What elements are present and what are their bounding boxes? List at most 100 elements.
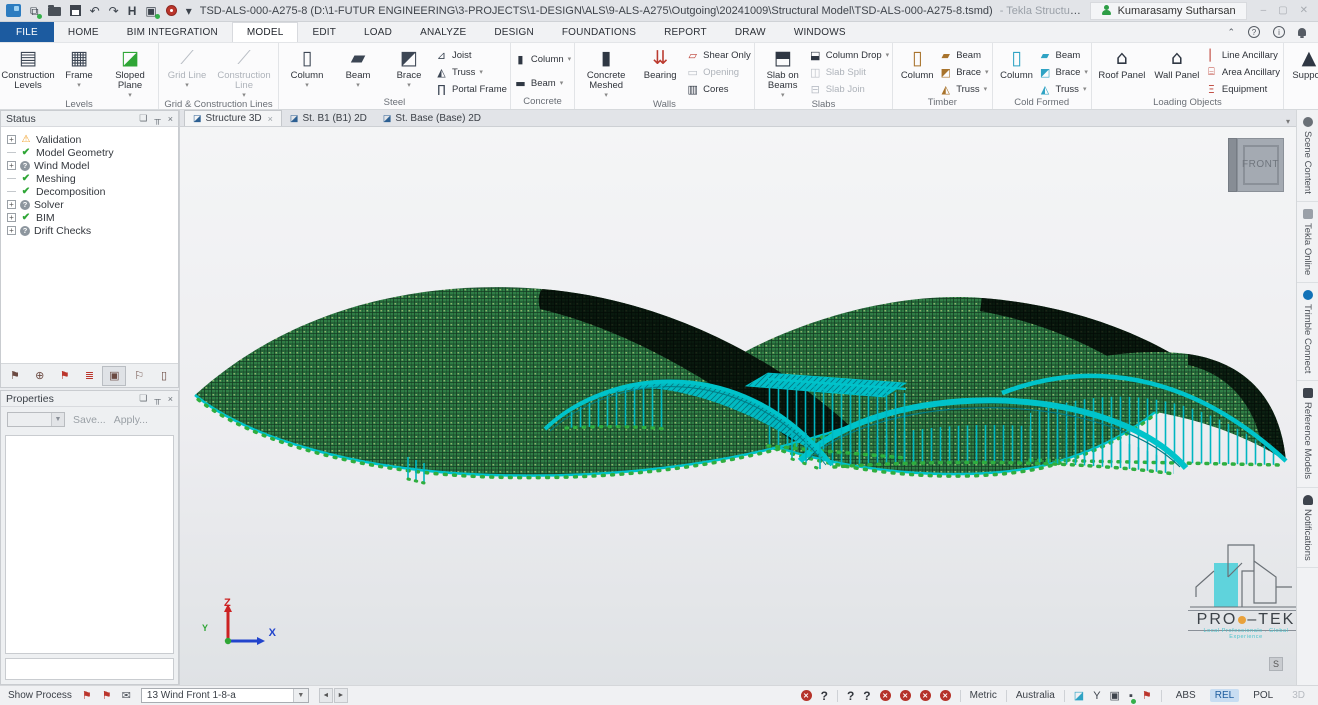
minimize-icon[interactable]: – [1261,5,1267,16]
ribbon-tab-edit[interactable]: EDIT [298,22,350,42]
model-tree-icon[interactable]: ⚑ [3,366,27,386]
button-area-ancillary[interactable]: Area Ancillary [1205,64,1280,80]
button-construction-line[interactable]: Construction Line▾ [213,45,275,99]
button-bearing-wall[interactable]: Bearing [635,45,685,81]
h-section-icon[interactable]: H [128,5,137,17]
view-cube[interactable]: FRONT [1228,138,1284,192]
view-tab-st-b1-2d[interactable]: ◪ St. B1 (B1) 2D [282,110,375,126]
error-icon[interactable]: ✕ [880,690,891,701]
mode-3d-button[interactable]: 3D [1287,689,1310,702]
float-window-icon[interactable]: ❏ [139,393,147,404]
button-concrete-column[interactable]: Column▾ [514,51,571,67]
button-equipment[interactable]: Equipment [1205,81,1280,97]
question-icon[interactable]: ? [847,689,854,703]
sidebar-trimble-connect[interactable]: Trimble Connect [1297,283,1318,381]
status-item-solver[interactable]: + ? Solver [7,198,178,211]
sidebar-scene-content[interactable]: Scene Content [1297,110,1318,202]
button-timber-brace[interactable]: Brace▾ [939,64,988,80]
draw-mode-icon[interactable]: ◪ [1074,689,1084,702]
button-steel-column[interactable]: Column▾ [282,45,332,89]
globe-icon[interactable]: ⊕ [28,366,52,386]
ribbon-tab-bim-integration[interactable]: BIM INTEGRATION [113,22,232,42]
ribbon-tab-model[interactable]: MODEL [232,22,299,42]
expand-icon[interactable]: + [7,135,16,144]
load-cases-icon[interactable]: ≣ [78,366,102,386]
button-frame[interactable]: Frame▾ [54,45,104,89]
button-truss[interactable]: Truss▾ [435,64,507,80]
axis-filter-icon[interactable]: Y [1093,690,1100,702]
error-icon[interactable]: ✕ [920,690,931,701]
apply-button[interactable]: Apply... [114,414,148,426]
flag-icon[interactable]: ⚑ [1142,689,1152,702]
maximize-icon[interactable]: ▢ [1278,5,1287,16]
button-cold-formed-beam[interactable]: Beam [1039,47,1088,63]
undo-icon[interactable]: ↶ [90,5,100,17]
ribbon-tab-report[interactable]: REPORT [650,22,721,42]
help-icon[interactable]: ? [1248,26,1260,38]
button-support[interactable]: Support [1287,45,1318,81]
button-joist[interactable]: Joist [435,47,507,63]
loadcase-combo[interactable]: 13 Wind Front 1-8-a ▼ [141,688,309,703]
process-flags-icon[interactable]: ⚑ [102,689,112,702]
button-concrete-meshed-wall[interactable]: Concrete Meshed▾ [578,45,634,99]
view-tab-st-base-2d[interactable]: ◪ St. Base (Base) 2D [375,110,489,126]
ribbon-tab-load[interactable]: LOAD [350,22,406,42]
button-wall-opening[interactable]: Opening [686,64,751,80]
expand-icon[interactable]: + [7,226,16,235]
button-shear-only-wall[interactable]: Shear Only [686,47,751,63]
error-icon[interactable]: ✕ [801,690,812,701]
save-icon[interactable] [70,5,81,16]
region-label[interactable]: Australia [1016,690,1055,701]
close-tab-icon[interactable]: × [268,114,273,124]
question-icon[interactable]: ? [821,689,828,703]
new-model-icon[interactable]: ⧉ [30,5,39,17]
model-viewport[interactable]: FRONT Z X Y PRO–TEK Local [180,127,1296,685]
validate-model-icon[interactable]: ▣ [145,5,156,17]
button-timber-truss[interactable]: Truss▾ [939,81,988,97]
pin-icon[interactable]: ╥ [154,394,160,404]
envelope-icon[interactable]: ✉ [122,689,131,702]
ribbon-tab-home[interactable]: HOME [54,22,113,42]
next-loadcase-icon[interactable]: ► [334,688,348,703]
view-cube-side[interactable] [1228,138,1237,192]
view-tabs-menu-icon[interactable]: ▾ [1286,117,1296,126]
open-icon[interactable] [48,7,61,16]
properties-selector[interactable]: ▼ [7,412,65,427]
button-construction-levels[interactable]: Construction Levels [3,45,53,91]
process-flag-icon[interactable]: ⚑ [82,689,92,702]
button-cold-formed-column[interactable]: Column [996,45,1038,81]
report-list-icon[interactable]: ▯ [152,366,176,386]
button-line-ancillary[interactable]: Line Ancillary [1205,47,1280,63]
button-concrete-beam[interactable]: Beam▾ [514,75,571,91]
expand-icon[interactable]: + [7,200,16,209]
ribbon-tab-analyze[interactable]: ANALYZE [406,22,480,42]
show-process-button[interactable]: Show Process [8,690,72,701]
button-steel-beam[interactable]: Beam▾ [333,45,383,89]
sidebar-reference-models[interactable]: Reference Models [1297,381,1318,487]
view-cube-front-face[interactable]: FRONT [1243,145,1279,185]
expand-icon[interactable]: + [7,213,16,222]
close-icon[interactable]: × [168,114,173,124]
ribbon-tab-design[interactable]: DESIGN [480,22,548,42]
close-icon[interactable]: ✕ [1300,5,1308,16]
button-timber-column[interactable]: Column [896,45,938,81]
user-account-button[interactable]: Kumarasamy Sutharsan [1090,2,1247,20]
error-icon[interactable]: ✕ [940,690,951,701]
ribbon-tab-draw[interactable]: DRAW [721,22,780,42]
image-icon[interactable]: ▣ [1110,689,1120,702]
load-flag-icon[interactable]: ⚑ [53,366,77,386]
mode-abs-button[interactable]: ABS [1171,689,1201,702]
button-cores[interactable]: Cores [686,81,751,97]
button-slab-on-beams[interactable]: Slab on Beams▾ [758,45,808,99]
flag-outline-icon[interactable]: ⚐ [127,366,151,386]
button-sloped-plane[interactable]: Sloped Plane▾ [105,45,155,99]
ribbon-tab-foundations[interactable]: FOUNDATIONS [548,22,650,42]
mode-pol-button[interactable]: POL [1248,689,1278,702]
redo-icon[interactable]: ↷ [109,5,119,17]
status-flag-icon[interactable]: ▣ [102,366,126,386]
status-item-drift-checks[interactable]: + ? Drift Checks [7,224,178,237]
button-wall-panel[interactable]: Wall Panel [1150,45,1204,81]
info-icon[interactable]: i [1273,26,1285,38]
status-item-bim[interactable]: + ✔ BIM [7,211,178,224]
close-icon[interactable]: × [168,394,173,404]
